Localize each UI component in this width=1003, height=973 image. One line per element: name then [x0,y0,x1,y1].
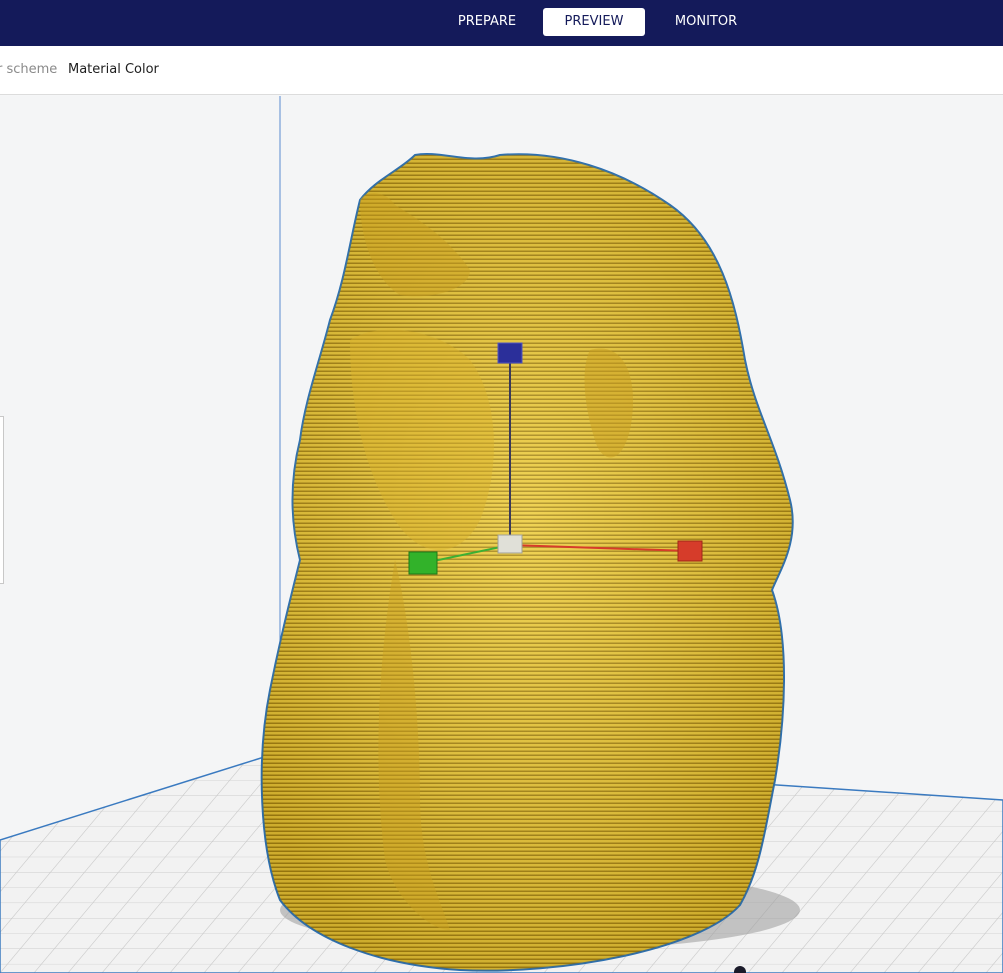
color-scheme-label: r scheme [0,62,58,77]
origin-handle-icon [497,534,523,554]
y-axis-handle-icon[interactable] [408,551,438,575]
color-scheme-dropdown[interactable]: Material Color [68,62,159,77]
collapsed-side-panel[interactable] [0,416,4,584]
z-axis-handle-icon[interactable] [497,342,523,364]
tab-prepare[interactable]: PREPARE [448,8,526,36]
view-toolbar: r scheme Material Color [0,46,1003,95]
3d-viewport[interactable] [0,96,1003,973]
scene-canvas [0,96,1003,973]
tab-preview[interactable]: PREVIEW [543,8,645,36]
stage-header: PREPARE PREVIEW MONITOR [0,0,1003,46]
x-axis-handle-icon[interactable] [677,540,703,562]
tab-monitor[interactable]: MONITOR [664,8,748,36]
model-shading [261,153,793,971]
